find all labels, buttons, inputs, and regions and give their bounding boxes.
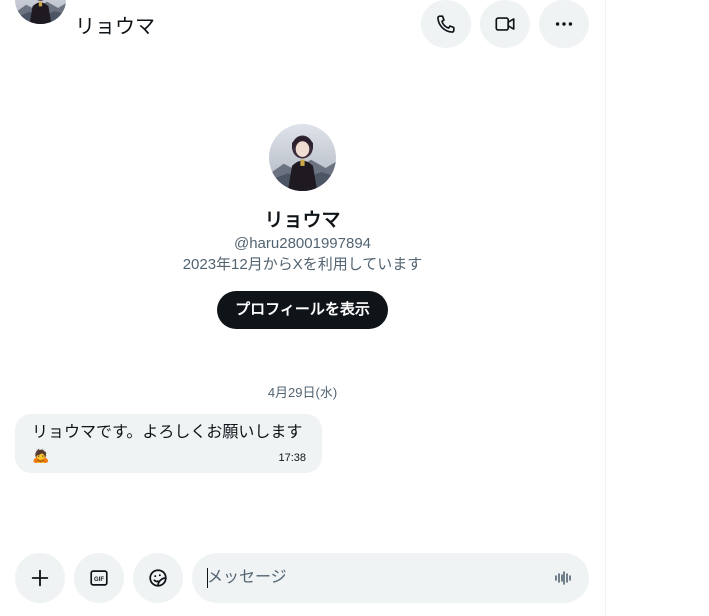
add-media-button[interactable] <box>15 553 65 603</box>
view-profile-button[interactable]: プロフィールを表示 <box>217 291 388 329</box>
message-timestamp: 17:38 <box>278 452 306 464</box>
profile-summary: リョウマ @haru28001997894 2023年12月からXを利用していま… <box>0 124 605 329</box>
header-avatar[interactable] <box>15 0 66 24</box>
more-options-button[interactable] <box>539 0 589 48</box>
phone-icon <box>437 15 455 33</box>
header-user-name[interactable]: リョウマ <box>75 10 155 39</box>
chat-pane: リョウマ リョウマ @haru28001997894 2023年12月からXを利… <box>0 0 605 616</box>
conversation-header: リョウマ <box>0 0 605 48</box>
video-camera-icon <box>495 17 515 31</box>
right-pane <box>606 0 709 616</box>
message-text: リョウマです。よろしくお願いします <box>32 424 303 441</box>
svg-text:GIF: GIF <box>94 577 104 583</box>
text-cursor <box>207 568 208 588</box>
date-separator: 4月29日(水) <box>267 385 338 400</box>
call-button[interactable] <box>421 0 471 48</box>
more-horizontal-icon <box>555 22 573 26</box>
profile-handle: @haru28001997894 <box>233 235 371 252</box>
message-input[interactable] <box>207 553 537 603</box>
profile-avatar[interactable] <box>269 124 336 191</box>
profile-name: リョウマ <box>264 210 341 231</box>
profile-joined-date: 2023年12月からXを利用しています <box>182 256 423 273</box>
video-call-button[interactable] <box>480 0 530 48</box>
plus-icon <box>31 569 49 587</box>
emoji-sticker-icon <box>149 569 167 587</box>
emoji-sticker-button[interactable] <box>133 553 183 603</box>
gif-icon: GIF <box>90 570 108 586</box>
gif-button[interactable]: GIF <box>74 553 124 603</box>
message-composer[interactable] <box>192 553 589 603</box>
voice-wave-icon[interactable] <box>553 568 573 588</box>
message-emoji: 🙇 <box>32 447 50 463</box>
message-bubble[interactable]: リョウマです。よろしくお願いします 🙇 17:38 <box>15 414 322 473</box>
